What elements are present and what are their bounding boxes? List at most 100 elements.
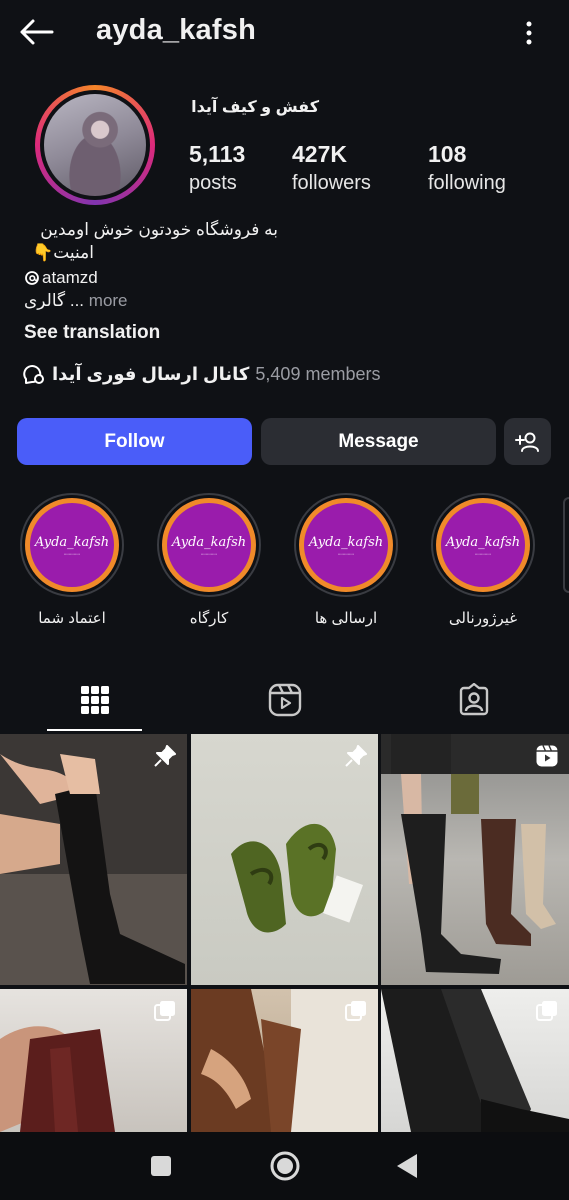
- bio-line: گالری ... more: [24, 291, 128, 311]
- carousel-icon: [345, 1001, 366, 1021]
- following-label: following: [428, 172, 506, 194]
- highlight-logo-disc: Ayda_kafsh •••••••••••••: [304, 503, 388, 587]
- highlight-ring: Ayda_kafsh •••••••••••••: [20, 493, 124, 597]
- bio-more-link[interactable]: more: [89, 291, 128, 310]
- suggested-accounts-button[interactable]: [504, 418, 551, 465]
- post-thumbnail[interactable]: [381, 734, 569, 985]
- posts-stat: 5,113 posts: [189, 141, 245, 195]
- story-highlight[interactable]: Ayda_kafsh ••••••••••••• کارگاه: [154, 493, 264, 627]
- more-vertical-icon: [526, 21, 532, 45]
- back-button[interactable]: [14, 14, 58, 50]
- post-thumbnail[interactable]: [381, 989, 569, 1132]
- home-button[interactable]: [267, 1148, 303, 1184]
- channel-name: کانال ارسال فوری آیدا: [52, 363, 250, 384]
- highlight-cover: Ayda_kafsh •••••••••••••: [154, 493, 264, 597]
- highlight-badge: Ayda_kafsh •••••••••••••: [25, 498, 119, 592]
- highlight-logo: Ayda_kafsh: [445, 534, 521, 550]
- highlight-logo-dots: •••••••••••••: [337, 551, 355, 556]
- following-count: 108: [428, 141, 467, 167]
- follow-button[interactable]: Follow: [17, 418, 252, 465]
- highlight-logo: Ayda_kafsh: [308, 534, 384, 550]
- active-tab-indicator: [47, 729, 142, 731]
- top-bar: ayda_kafsh: [0, 0, 569, 66]
- carousel-icon: [536, 1001, 557, 1021]
- bio-truncated-text: گالری ...: [24, 291, 85, 310]
- options-button[interactable]: [519, 16, 539, 50]
- broadcast-channel-icon: [23, 365, 44, 384]
- followers-count: 427K: [292, 141, 347, 167]
- highlight-label: ارسالی ها: [314, 610, 378, 627]
- threads-icon: [25, 271, 39, 285]
- post-thumbnail[interactable]: [0, 734, 187, 985]
- highlight-logo-dots: •••••••••••••: [200, 551, 218, 556]
- story-highlight[interactable]: Ayda_kafsh ••••••••••••• ارسالی ها: [291, 493, 401, 627]
- message-button[interactable]: Message: [261, 418, 496, 465]
- avatar-photo: [44, 94, 146, 196]
- posts-count: 5,113: [189, 141, 246, 167]
- highlight-logo-disc: Ayda_kafsh •••••••••••••: [30, 503, 114, 587]
- home-icon: [270, 1151, 300, 1181]
- story-highlight[interactable]: Ayda_kafsh ••••••••••••• اعتماد شما: [17, 493, 127, 627]
- profile-tabs: [0, 668, 569, 732]
- recents-icon: [151, 1156, 171, 1176]
- highlight-logo: Ayda_kafsh: [34, 534, 110, 550]
- bio-line: امنیت👇: [32, 243, 94, 262]
- pin-icon: [154, 745, 176, 767]
- grid-icon: [81, 686, 109, 714]
- post-thumbnail[interactable]: [191, 734, 378, 985]
- tab-posts[interactable]: [0, 668, 190, 732]
- see-translation-link[interactable]: See translation: [24, 322, 160, 344]
- followers-label: followers: [292, 172, 371, 194]
- highlight-cover: Ayda_kafsh •••••••••••••: [428, 493, 538, 597]
- system-navigation-bar: [0, 1132, 569, 1200]
- highlight-logo-dots: •••••••••••••: [474, 551, 492, 556]
- broadcast-channel[interactable]: کانال ارسال فوری آیدا 5,409 members: [22, 363, 380, 385]
- post-thumbnail[interactable]: [191, 989, 378, 1132]
- highlight-label: اعتماد شما: [38, 610, 106, 627]
- highlight-ring: Ayda_kafsh •••••••••••••: [294, 493, 398, 597]
- highlight-badge: Ayda_kafsh •••••••••••••: [299, 498, 393, 592]
- profile-avatar[interactable]: [35, 85, 155, 205]
- tab-reels[interactable]: [190, 668, 380, 732]
- highlight-ring: Ayda_kafsh •••••••••••••: [157, 493, 261, 597]
- bio-line: به فروشگاه خودتون خوش اومدین: [40, 220, 278, 239]
- following-stat[interactable]: 108 following: [428, 141, 506, 195]
- recents-button[interactable]: [143, 1148, 179, 1184]
- reel-icon: [536, 745, 558, 767]
- boots-store-photo: [381, 734, 569, 974]
- highlight-badge: Ayda_kafsh •••••••••••••: [162, 498, 256, 592]
- highlight-logo-disc: Ayda_kafsh •••••••••••••: [441, 503, 525, 587]
- followers-stat[interactable]: 427K followers: [292, 141, 371, 195]
- back-icon: [397, 1154, 417, 1178]
- highlight-badge: Ayda_kafsh •••••••••••••: [436, 498, 530, 592]
- profile-username: ayda_kafsh: [96, 14, 256, 46]
- add-user-icon: [514, 432, 539, 452]
- highlight-logo-disc: Ayda_kafsh •••••••••••••: [167, 503, 251, 587]
- channel-members: 5,409 members: [255, 363, 381, 384]
- tagged-user-icon: [459, 683, 489, 716]
- story-highlight[interactable]: Ayda_kafsh ••••••••••••• غیرژورنالی: [428, 493, 538, 627]
- pin-icon: [345, 745, 367, 767]
- shoes-photo: [231, 823, 363, 933]
- bio-mention-link[interactable]: atamzd: [24, 268, 98, 288]
- highlight-label: کارگاه: [189, 610, 229, 627]
- mention-handle: atamzd: [42, 268, 98, 287]
- arrow-left-icon: [20, 19, 54, 45]
- carousel-icon: [154, 1001, 175, 1021]
- posts-grid: [0, 734, 569, 1132]
- system-back-button[interactable]: [389, 1148, 425, 1184]
- reels-icon: [268, 683, 302, 717]
- highlight-cover: Ayda_kafsh •••••••••••••: [17, 493, 127, 597]
- highlight-cover: Ayda_kafsh •••••••••••••: [291, 493, 401, 597]
- highlight-logo-dots: •••••••••••••: [63, 551, 81, 556]
- highlight-label: غیرژورنالی: [448, 610, 518, 627]
- tab-tagged[interactable]: [379, 668, 569, 732]
- posts-label: posts: [189, 172, 237, 194]
- avatar-frame: [40, 90, 150, 200]
- story-highlight-partial[interactable]: [563, 497, 569, 593]
- highlight-ring: Ayda_kafsh •••••••••••••: [431, 493, 535, 597]
- display-name: کفش و کیف آیدا: [191, 99, 319, 116]
- highlight-logo: Ayda_kafsh: [171, 534, 247, 550]
- boot-photo: [0, 734, 187, 985]
- post-thumbnail[interactable]: [0, 989, 187, 1132]
